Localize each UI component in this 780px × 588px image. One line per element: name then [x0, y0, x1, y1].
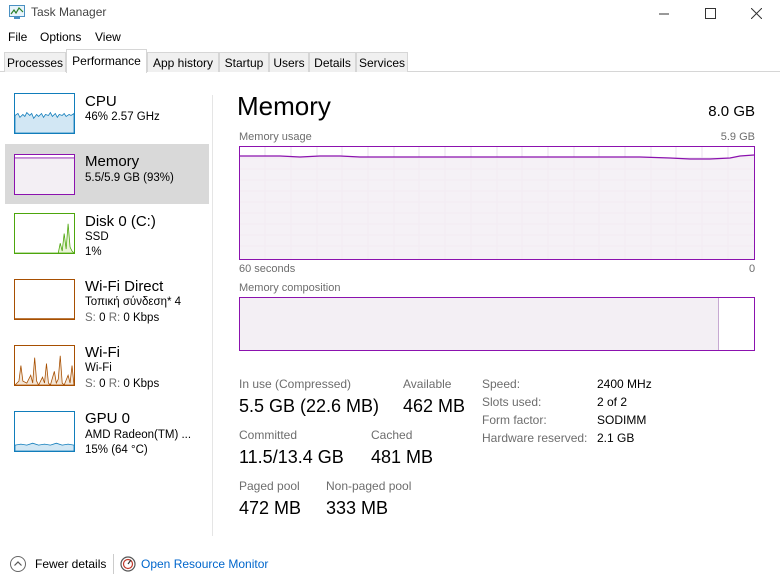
graph-time-right: 0	[749, 263, 756, 275]
in-use-value: 5.5 GB (22.6 MB)	[239, 396, 380, 416]
in-use-label: In use (Compressed)	[239, 377, 352, 391]
composition-modified	[718, 298, 719, 350]
available-value: 462 MB	[403, 396, 466, 416]
close-icon	[750, 7, 762, 19]
memory-usage-max: 5.9 GB	[720, 131, 755, 143]
send-label: S:	[85, 378, 96, 390]
disk-type: SSD	[85, 231, 109, 243]
graph-time-left: 60 seconds	[239, 263, 296, 275]
non-paged-pool-label: Non-paged pool	[326, 479, 412, 493]
slots-used-value: 2 of 2	[597, 395, 628, 409]
resource-item-wifi[interactable]: Wi-Fi Wi-Fi S: 0 R: 0 Kbps	[5, 338, 209, 400]
window-title: Task Manager	[31, 5, 107, 19]
menu-file[interactable]: File	[8, 30, 27, 44]
tab-startup[interactable]: Startup	[219, 52, 269, 72]
non-paged-pool-value: 333 MB	[326, 498, 389, 518]
committed-value: 11.5/13.4 GB	[239, 447, 344, 467]
composition-in-use	[240, 298, 718, 350]
slots-used-label: Slots used:	[482, 395, 542, 409]
tab-strip: Processes Performance App history Startu…	[0, 49, 780, 73]
footer-separator	[113, 554, 114, 574]
tab-services[interactable]: Services	[356, 52, 408, 72]
memory-total: 8.0 GB	[708, 103, 755, 120]
wifi-adapter: Wi-Fi	[85, 362, 112, 374]
tab-performance[interactable]: Performance	[66, 49, 147, 73]
form-factor-value: SODIMM	[597, 413, 647, 427]
cached-value: 481 MB	[371, 447, 434, 467]
gpu-sparkline	[14, 411, 75, 452]
send-value: 0	[99, 378, 106, 390]
wifi-sparkline	[14, 345, 75, 386]
receive-label: R:	[108, 312, 121, 324]
wifi-title: Wi-Fi	[85, 344, 120, 361]
wifi-direct-title: Wi-Fi Direct	[85, 278, 164, 295]
gpu-usage: 15% (64 °C)	[85, 444, 148, 456]
chevron-up-icon[interactable]	[10, 556, 26, 572]
memory-usage-label: Memory usage	[239, 131, 312, 143]
disk-sparkline	[14, 213, 75, 254]
hardware-reserved-label: Hardware reserved:	[482, 431, 588, 445]
speed-value: 2400 MHz	[597, 377, 652, 391]
footer-bar: Fewer details Open Resource Monitor	[0, 546, 780, 588]
form-factor-label: Form factor:	[482, 413, 547, 427]
minimize-icon	[658, 13, 669, 14]
resource-item-memory[interactable]: Memory 5.5/5.9 GB (93%)	[5, 144, 209, 204]
resource-item-disk[interactable]: Disk 0 (C:) SSD 1%	[5, 206, 209, 268]
receive-value: 0 Kbps	[123, 312, 160, 324]
maximize-button[interactable]	[687, 0, 733, 26]
gpu-title: GPU 0	[85, 410, 131, 427]
menu-options[interactable]: Options	[40, 30, 81, 44]
tab-details[interactable]: Details	[309, 52, 356, 72]
maximize-icon	[704, 7, 716, 19]
wifi-direct-sparkline	[14, 279, 75, 320]
cpu-title: CPU	[85, 93, 117, 110]
hardware-reserved-value: 2.1 GB	[597, 431, 635, 445]
memory-sparkline	[14, 154, 75, 195]
memory-usage-graph	[239, 146, 755, 260]
close-button[interactable]	[733, 0, 779, 26]
gpu-model: AMD Radeon(TM) ...	[85, 429, 192, 441]
memory-composition-label: Memory composition	[239, 282, 341, 294]
paged-pool-value: 472 MB	[239, 498, 302, 518]
tab-processes[interactable]: Processes	[4, 52, 66, 72]
disk-usage: 1%	[85, 246, 102, 258]
resource-item-cpu[interactable]: CPU 46% 2.57 GHz	[5, 86, 209, 142]
panel-divider	[212, 95, 213, 536]
menu-view[interactable]: View	[95, 30, 121, 44]
send-label: S:	[85, 312, 96, 324]
committed-label: Committed	[239, 428, 298, 442]
cached-label: Cached	[371, 428, 413, 442]
wifi-throughput: S: 0 R: 0 Kbps	[85, 378, 159, 390]
tab-app-history[interactable]: App history	[147, 52, 219, 72]
resource-monitor-icon[interactable]	[120, 556, 136, 572]
speed-label: Speed:	[482, 377, 521, 391]
send-value: 0	[99, 312, 106, 324]
open-resource-monitor-link[interactable]: Open Resource Monitor	[141, 557, 268, 571]
resource-item-gpu[interactable]: GPU 0 AMD Radeon(TM) ... 15% (64 °C)	[5, 404, 209, 466]
title-bar: Task Manager	[0, 0, 780, 26]
wifi-direct-throughput: S: 0 R: 0 Kbps	[85, 312, 159, 324]
receive-value: 0 Kbps	[123, 378, 160, 390]
receive-label: R:	[108, 378, 121, 390]
disk-title: Disk 0 (C:)	[85, 213, 156, 230]
memory-detail: 5.5/5.9 GB (93%)	[85, 172, 174, 184]
wifi-direct-adapter: Τοπική σύνδεση* 4	[85, 296, 182, 308]
paged-pool-label: Paged pool	[239, 479, 300, 493]
fewer-details-button[interactable]: Fewer details	[35, 557, 106, 571]
menu-bar: File Options View	[0, 27, 780, 47]
cpu-sparkline	[14, 93, 75, 134]
memory-composition-bar	[239, 297, 755, 351]
minimize-button[interactable]	[641, 0, 687, 26]
memory-title: Memory	[85, 153, 140, 170]
tab-users[interactable]: Users	[269, 52, 309, 72]
cpu-detail: 46% 2.57 GHz	[85, 111, 160, 123]
task-manager-icon	[9, 5, 25, 19]
resource-item-wifi-direct[interactable]: Wi-Fi Direct Τοπική σύνδεση* 4 S: 0 R: 0…	[5, 272, 209, 334]
page-title: Memory	[237, 91, 331, 121]
available-label: Available	[403, 377, 452, 391]
